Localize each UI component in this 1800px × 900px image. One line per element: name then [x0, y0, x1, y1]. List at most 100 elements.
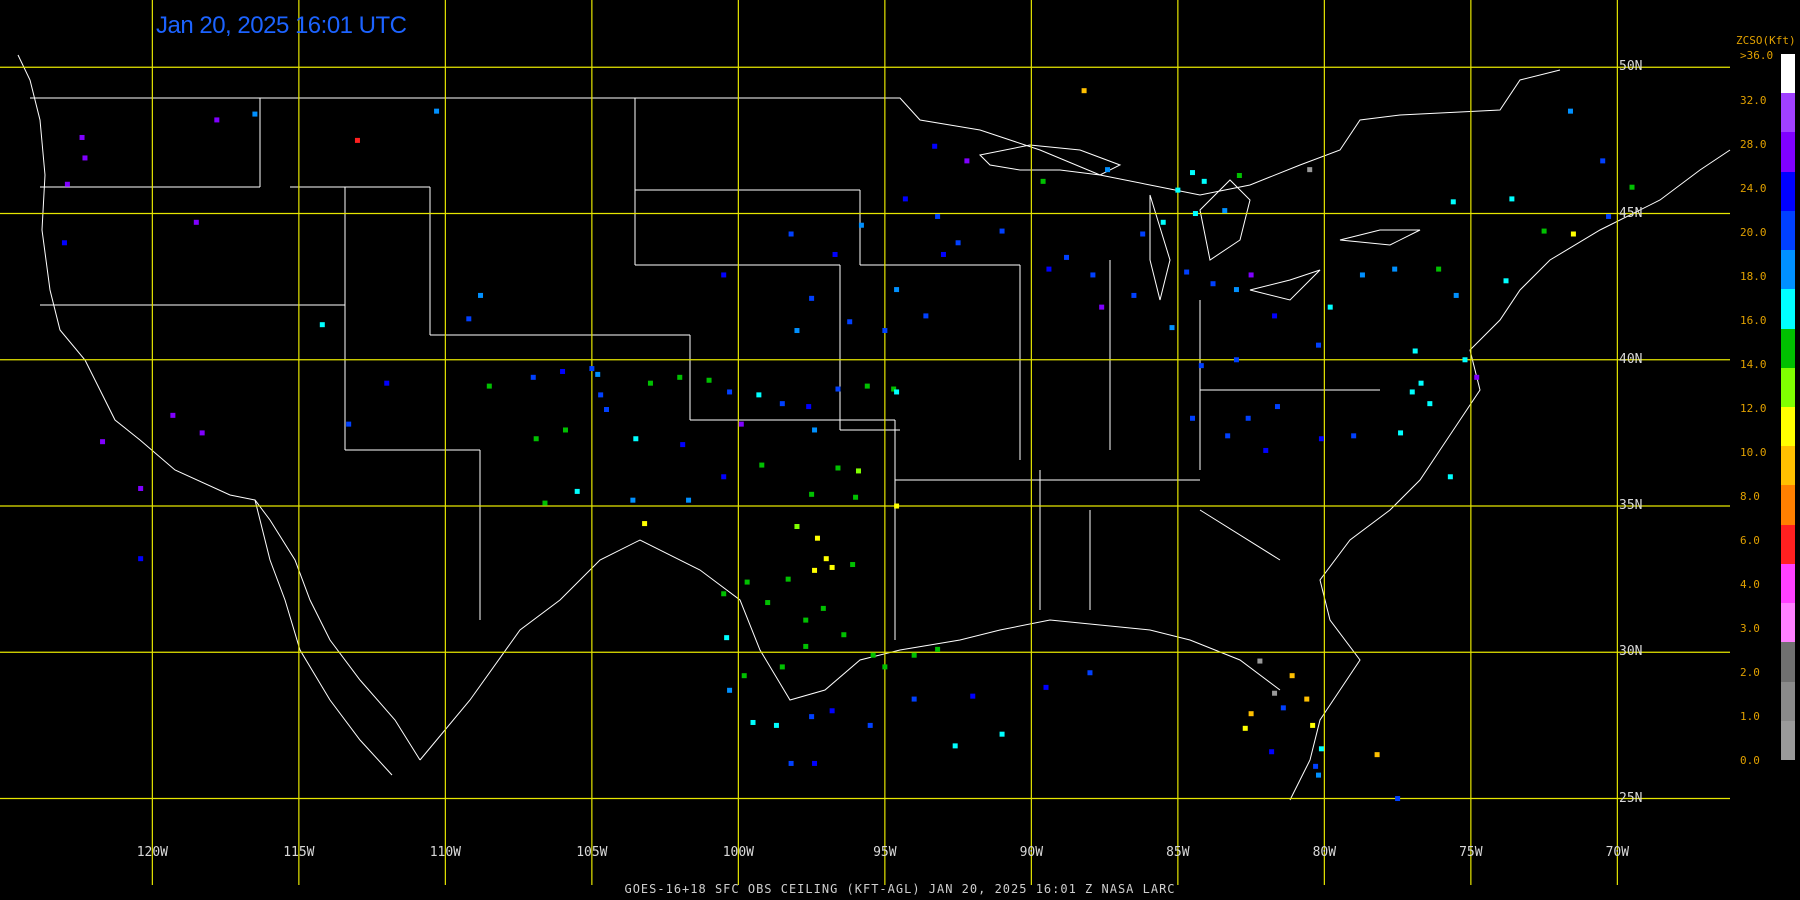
legend-swatch [1781, 407, 1795, 447]
station-observation [1310, 722, 1316, 728]
station-observation [894, 389, 900, 395]
legend-swatch [1781, 563, 1795, 604]
station-observation [1160, 219, 1166, 225]
legend-tick-label: 24.0 [1740, 182, 1767, 195]
station-observation [814, 535, 820, 541]
station-observation [1316, 772, 1321, 778]
station-observation [466, 316, 472, 322]
station-observation [478, 292, 484, 298]
station-observation [1280, 705, 1286, 711]
station-observation [1474, 374, 1480, 380]
station-observation [964, 158, 970, 164]
station-observation [1629, 184, 1635, 190]
station-observation [214, 117, 220, 123]
station-observation [841, 632, 847, 638]
station-observation [1304, 696, 1310, 702]
station-observation [82, 155, 88, 161]
station-observation [724, 635, 730, 641]
station-observation [1046, 266, 1052, 272]
legend-tick-label: 8.0 [1740, 490, 1760, 503]
legend-swatch [1781, 681, 1795, 722]
station-observation [727, 389, 733, 395]
station-observation [1233, 287, 1239, 293]
station-observation [562, 427, 568, 433]
legend-swatch [1781, 642, 1795, 683]
station-observation [100, 439, 106, 445]
station-observation [1131, 292, 1137, 298]
station-observation [1210, 281, 1216, 287]
station-observation [1090, 272, 1096, 278]
station-observation [1541, 228, 1547, 234]
legend-swatch [1781, 54, 1795, 94]
legend-tick-label: 1.0 [1740, 710, 1760, 723]
station-observation [1359, 272, 1365, 278]
station-observation [138, 485, 144, 491]
station-observation [970, 693, 976, 699]
station-observation [1190, 170, 1196, 176]
station-observation [911, 696, 917, 702]
station-observation [1099, 304, 1105, 310]
station-observation [1190, 415, 1196, 421]
station-observation [809, 714, 815, 720]
latitude-label: 35N [1619, 498, 1643, 514]
station-observation [1245, 415, 1251, 421]
station-observation [1436, 266, 1442, 272]
longitude-label: 115W [283, 845, 315, 860]
station-observation [1374, 752, 1380, 758]
station-observation [1392, 266, 1398, 272]
station-observation [560, 368, 566, 374]
legend-tick-label: 14.0 [1740, 358, 1767, 371]
station-observation [1447, 474, 1453, 480]
legend-title: ZCSO(Kft) [1736, 34, 1796, 47]
legend-tick-label: 32.0 [1740, 94, 1767, 107]
station-observation [530, 374, 536, 380]
station-observation [1274, 404, 1280, 410]
station-observation [1263, 447, 1269, 453]
longitude-label: 110W [429, 845, 462, 860]
station-observation [835, 386, 841, 392]
station-observation [832, 251, 838, 257]
station-observation [788, 760, 794, 766]
station-observation [1351, 433, 1357, 439]
station-observation [812, 567, 818, 573]
longitude-label: 80W [1312, 845, 1337, 860]
station-observation [542, 500, 548, 506]
station-observation [721, 272, 727, 278]
station-observation [1272, 313, 1278, 319]
station-observation [882, 664, 888, 670]
station-observation [809, 295, 815, 301]
station-observation [1198, 363, 1204, 369]
ceiling-map: Jan 20, 2025 16:01 UTC GOES-16+18 SFC OB… [0, 0, 1800, 900]
station-observation [1427, 401, 1433, 407]
station-observation [756, 392, 762, 398]
station-observation [788, 231, 794, 237]
legend-swatch [1781, 485, 1795, 526]
station-observation [721, 474, 727, 480]
station-observation [1233, 357, 1239, 363]
station-observation [1395, 796, 1401, 802]
station-observation [870, 652, 876, 658]
legend-tick-label: 2.0 [1740, 666, 1760, 679]
station-observation [1140, 231, 1146, 237]
legend-tick-label: 18.0 [1740, 270, 1767, 283]
latitude-label: 45N [1619, 205, 1643, 221]
station-observation [1509, 196, 1515, 202]
station-observation [779, 401, 785, 407]
station-observation [803, 643, 809, 649]
station-observation [642, 521, 648, 527]
station-observation [1201, 178, 1207, 184]
station-observation [1242, 725, 1248, 731]
station-observation [894, 503, 900, 509]
station-observation [858, 222, 864, 228]
station-observation [1105, 167, 1111, 173]
station-observation [1222, 208, 1228, 214]
station-observation [199, 430, 205, 436]
legend-swatch [1781, 446, 1795, 486]
station-observation [1043, 684, 1049, 690]
legend-swatch [1781, 328, 1795, 369]
longitude-label: 100W [722, 845, 755, 860]
legend-tick-label: 20.0 [1740, 226, 1767, 239]
station-observation [1398, 430, 1404, 436]
legend-max-label: >36.0 [1740, 49, 1774, 62]
legend-swatch [1781, 603, 1795, 643]
